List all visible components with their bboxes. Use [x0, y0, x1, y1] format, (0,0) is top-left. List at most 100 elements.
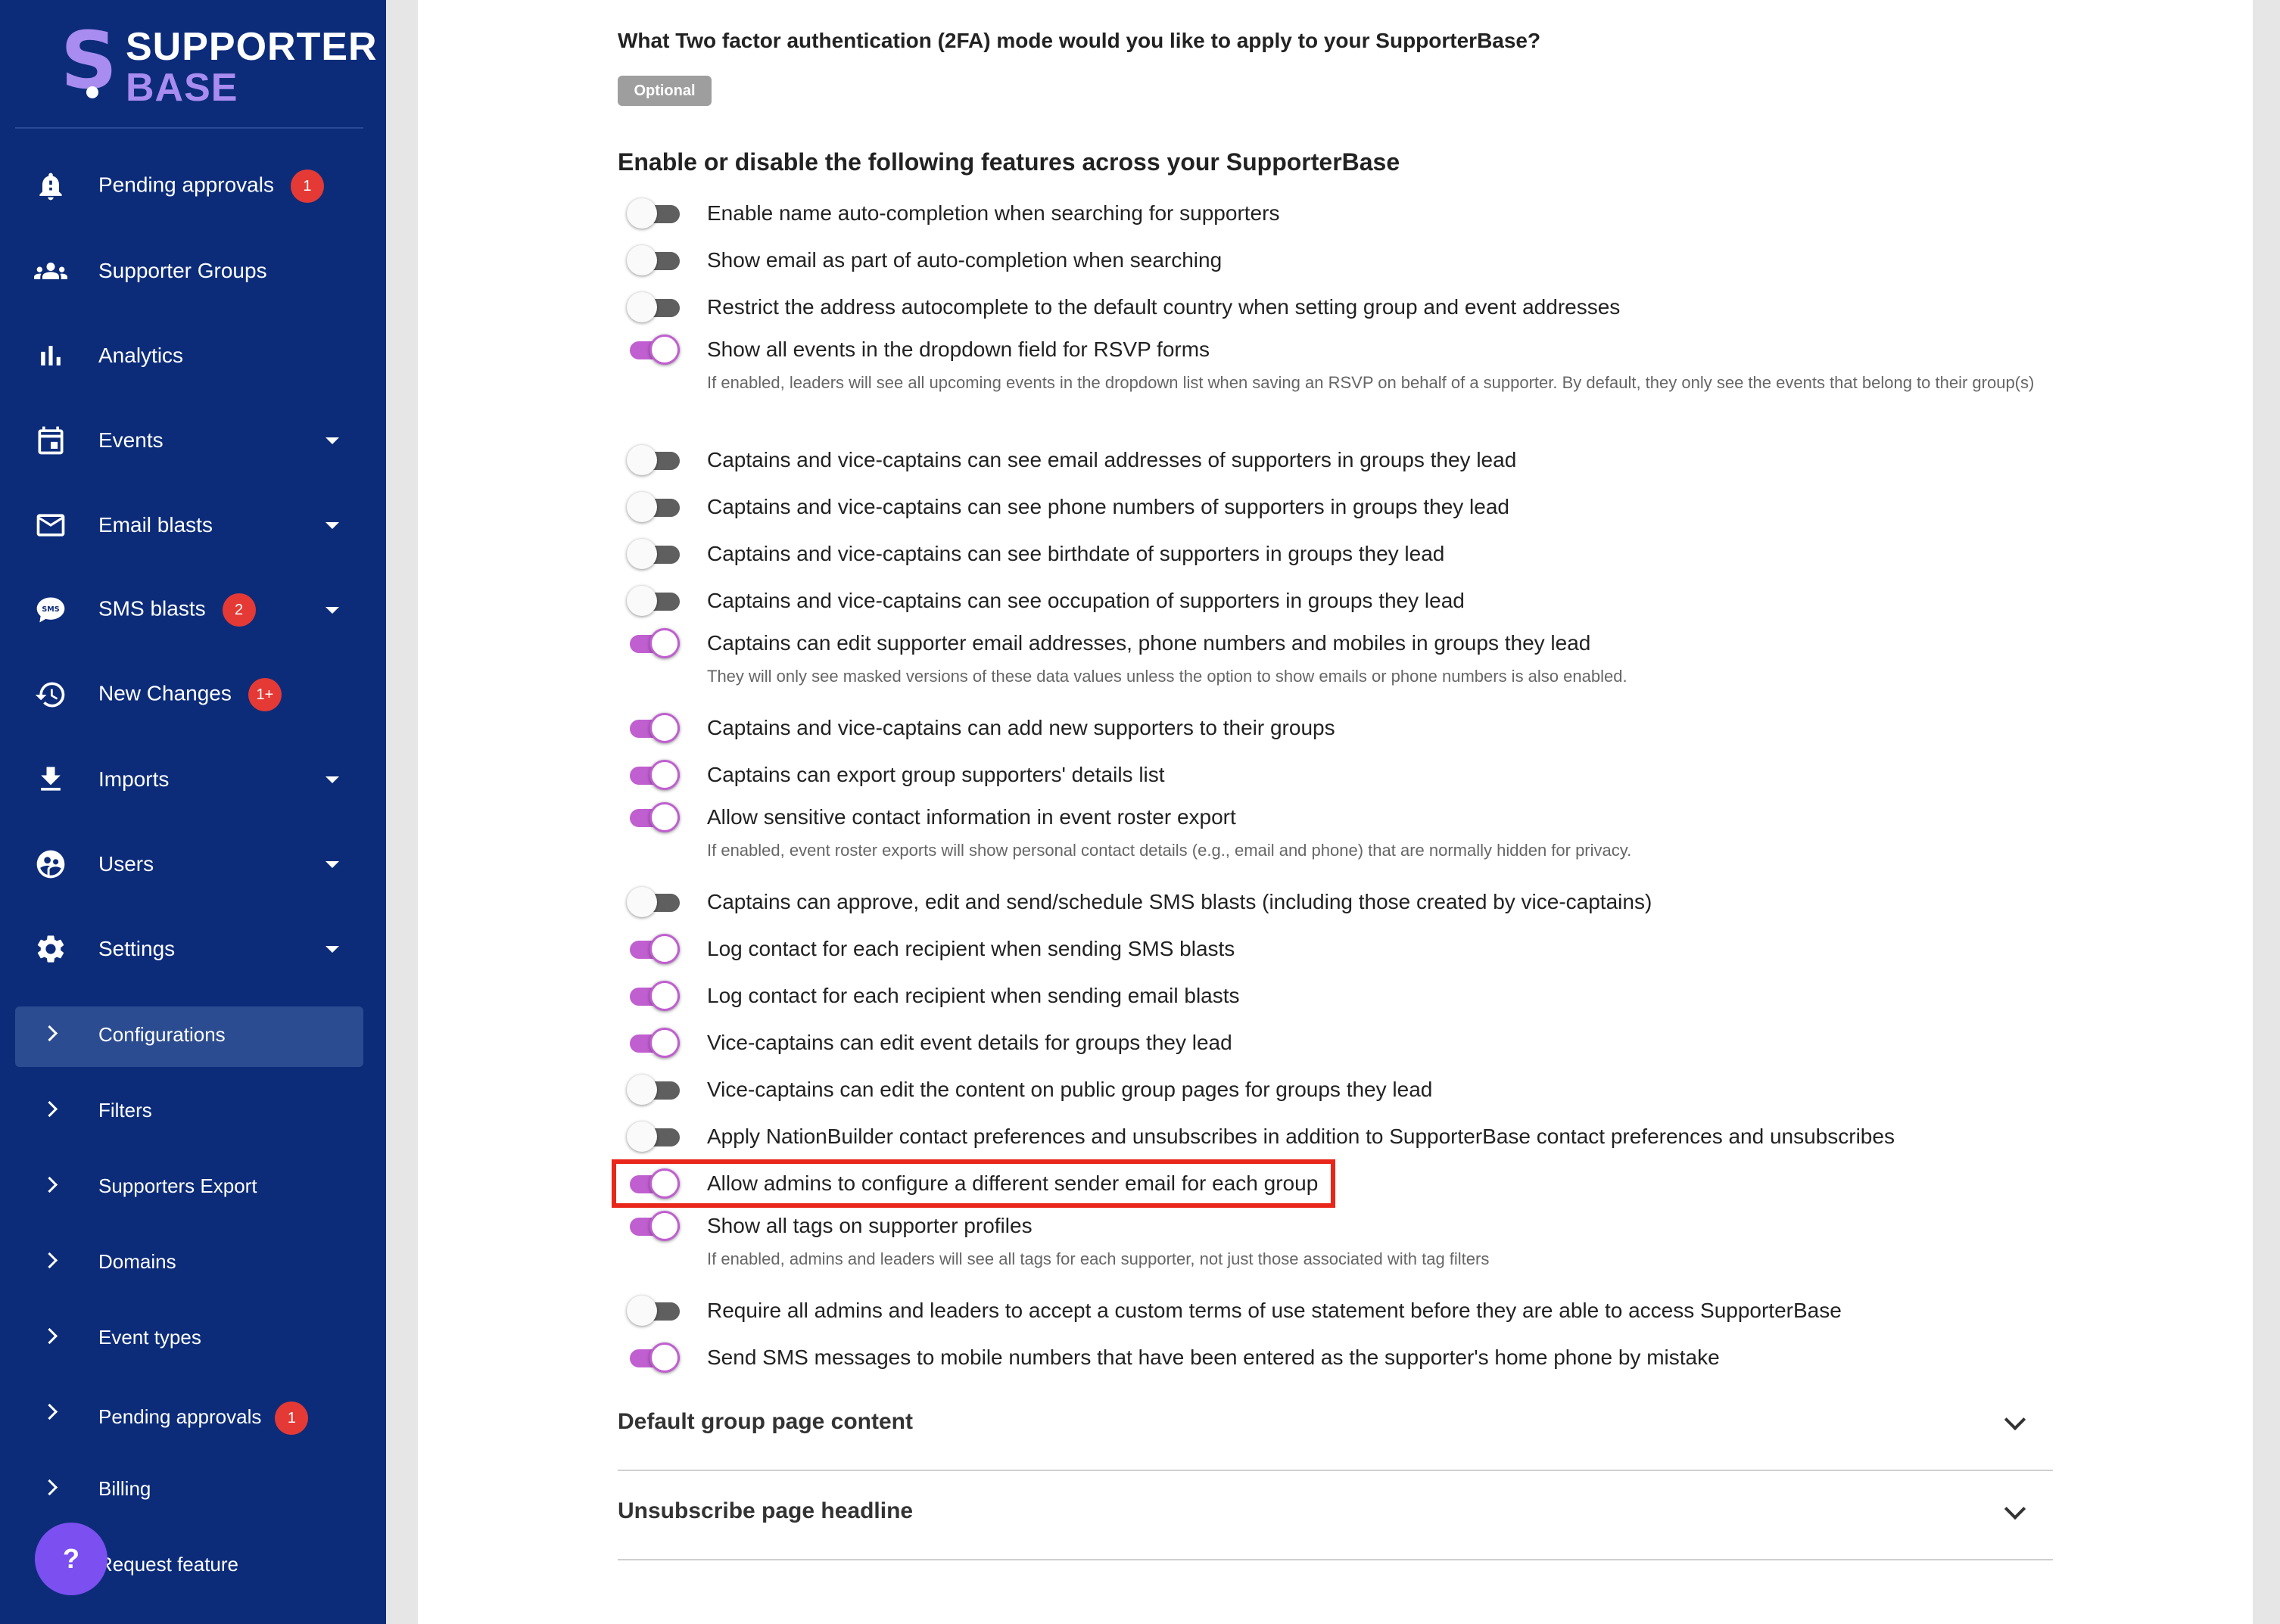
feature-label: Vice-captains can edit event details for…	[707, 1031, 1232, 1054]
chevron-down-icon	[325, 606, 339, 614]
feature-toggle[interactable]	[627, 1028, 680, 1058]
gear-icon	[33, 932, 68, 966]
toggle-knob	[649, 1342, 680, 1373]
toggle-knob	[649, 934, 680, 964]
nav-label: Imports	[98, 767, 170, 791]
feature-toggle[interactable]	[627, 198, 680, 229]
toggle-knob	[649, 760, 680, 790]
nav-sms-blasts[interactable]: SMS SMS blasts 2	[15, 580, 363, 640]
twofa-mode-chip[interactable]: Optional	[618, 76, 712, 106]
count-badge: 1	[275, 1402, 309, 1435]
feature-label: Captains and vice-captains can see occup…	[707, 589, 1465, 612]
toggle-knob	[627, 586, 657, 616]
feature-toggle[interactable]	[627, 1075, 680, 1105]
nav-analytics[interactable]: Analytics	[15, 325, 363, 386]
feature-toggle[interactable]	[627, 1296, 680, 1326]
feature-toggle[interactable]	[627, 445, 680, 475]
chevron-down-icon	[325, 945, 339, 953]
sub-item-pending-approvals[interactable]: Pending approvals 1	[15, 1385, 363, 1445]
sub-item-label: Configurations	[98, 1023, 226, 1046]
feature-label: Captains and vice-captains can add new s…	[707, 716, 1335, 739]
nav-pending-approvals[interactable]: Pending approvals 1	[15, 156, 363, 216]
sidebar: S SUPPORTER BASE Pending approvals 1 Supp…	[0, 0, 386, 1624]
calendar-icon	[33, 423, 68, 458]
sub-item-event-types[interactable]: Event types	[15, 1309, 363, 1370]
nav-events[interactable]: Events	[15, 410, 363, 471]
feature-toggle[interactable]	[627, 802, 680, 832]
bar-chart-icon	[33, 338, 68, 373]
feature-toggle[interactable]	[627, 334, 680, 365]
chevron-right-icon	[41, 1479, 58, 1496]
feature-help-text: If enabled, admins and leaders will see …	[707, 1249, 1490, 1268]
feature-toggle[interactable]	[627, 292, 680, 322]
count-badge: 1+	[248, 678, 282, 711]
nav-email-blasts[interactable]: Email blasts	[15, 495, 363, 555]
download-icon	[33, 762, 68, 797]
supporterbase-logo[interactable]: S SUPPORTER BASE	[61, 21, 377, 109]
toggle-knob	[649, 334, 680, 365]
sub-item-label: Pending approvals	[98, 1405, 262, 1428]
bell-icon	[33, 169, 68, 204]
sub-item-configurations[interactable]: Configurations	[15, 1006, 363, 1067]
users-icon	[33, 847, 68, 882]
accordion-unsubscribe-page-headline[interactable]: Unsubscribe page headline	[618, 1471, 2053, 1560]
feature-label: Log contact for each recipient when send…	[707, 984, 1240, 1007]
sub-item-label: Billing	[98, 1477, 151, 1500]
sub-item-label: Filters	[98, 1099, 152, 1122]
nav-settings[interactable]: Settings	[15, 919, 363, 979]
toggle-knob	[627, 539, 657, 569]
feature-toggle[interactable]	[627, 887, 680, 917]
feature-toggle[interactable]	[627, 1342, 680, 1373]
toggle-knob	[627, 887, 657, 917]
feature-help-text: If enabled, leaders will see all upcomin…	[707, 373, 2035, 392]
feature-toggle[interactable]	[627, 1122, 680, 1152]
chevron-down-icon	[325, 776, 339, 783]
sub-item-supporters-export[interactable]: Supporters Export	[15, 1158, 363, 1218]
toggle-knob	[627, 198, 657, 229]
feature-label: Require all admins and leaders to accept…	[707, 1299, 1842, 1322]
nav-label: Events	[98, 428, 164, 452]
sub-item-filters[interactable]: Filters	[15, 1082, 363, 1143]
feature-toggle[interactable]	[627, 628, 680, 658]
feature-toggle[interactable]	[627, 713, 680, 743]
logo-dot	[86, 86, 98, 98]
feature-toggle[interactable]	[627, 245, 680, 275]
feature-label: Show all tags on supporter profiles	[707, 1214, 1033, 1237]
nav-label: Pending approvals	[98, 173, 274, 197]
chevron-down-icon	[2004, 1498, 2026, 1520]
sub-item-domains[interactable]: Domains	[15, 1234, 363, 1294]
toggle-knob	[627, 445, 657, 475]
nav-new-changes[interactable]: New Changes 1+	[15, 664, 363, 725]
feature-toggle[interactable]	[627, 1211, 680, 1241]
mail-icon	[33, 508, 68, 543]
help-button[interactable]: ?	[35, 1523, 107, 1595]
feature-toggle[interactable]	[627, 981, 680, 1011]
toggle-knob	[627, 245, 657, 275]
feature-toggle[interactable]	[627, 539, 680, 569]
feature-label: Captains can export group supporters' de…	[707, 763, 1165, 786]
feature-label: Captains can approve, edit and send/sche…	[707, 890, 1652, 913]
feature-toggle[interactable]	[627, 586, 680, 616]
chevron-right-icon	[41, 1252, 58, 1269]
feature-label: Apply NationBuilder contact preferences …	[707, 1125, 1895, 1148]
history-icon	[33, 677, 68, 712]
chevron-right-icon	[41, 1176, 58, 1193]
feature-toggle[interactable]	[627, 934, 680, 964]
feature-toggle[interactable]	[627, 492, 680, 522]
logo-text-line2: BASE	[126, 66, 238, 110]
feature-label: Log contact for each recipient when send…	[707, 937, 1235, 960]
chevron-down-icon	[325, 521, 339, 529]
toggle-knob	[627, 1075, 657, 1105]
feature-label: Captains and vice-captains can see phone…	[707, 495, 1509, 518]
feature-toggle[interactable]	[627, 760, 680, 790]
feature-help-text: If enabled, event roster exports will sh…	[707, 841, 1632, 860]
feature-label: Show email as part of auto-completion wh…	[707, 248, 1223, 272]
sub-item-billing[interactable]: Billing	[15, 1461, 363, 1521]
nav-imports[interactable]: Imports	[15, 749, 363, 810]
feature-label: Captains can edit supporter email addres…	[707, 631, 1591, 655]
nav-supporter-groups[interactable]: Supporter Groups	[15, 241, 363, 301]
accordion-default-group-page-content[interactable]: Default group page content	[618, 1382, 2053, 1471]
nav-users[interactable]: Users	[15, 834, 363, 894]
chevron-right-icon	[41, 1403, 58, 1420]
twofa-question: What Two factor authentication (2FA) mod…	[618, 29, 1541, 52]
